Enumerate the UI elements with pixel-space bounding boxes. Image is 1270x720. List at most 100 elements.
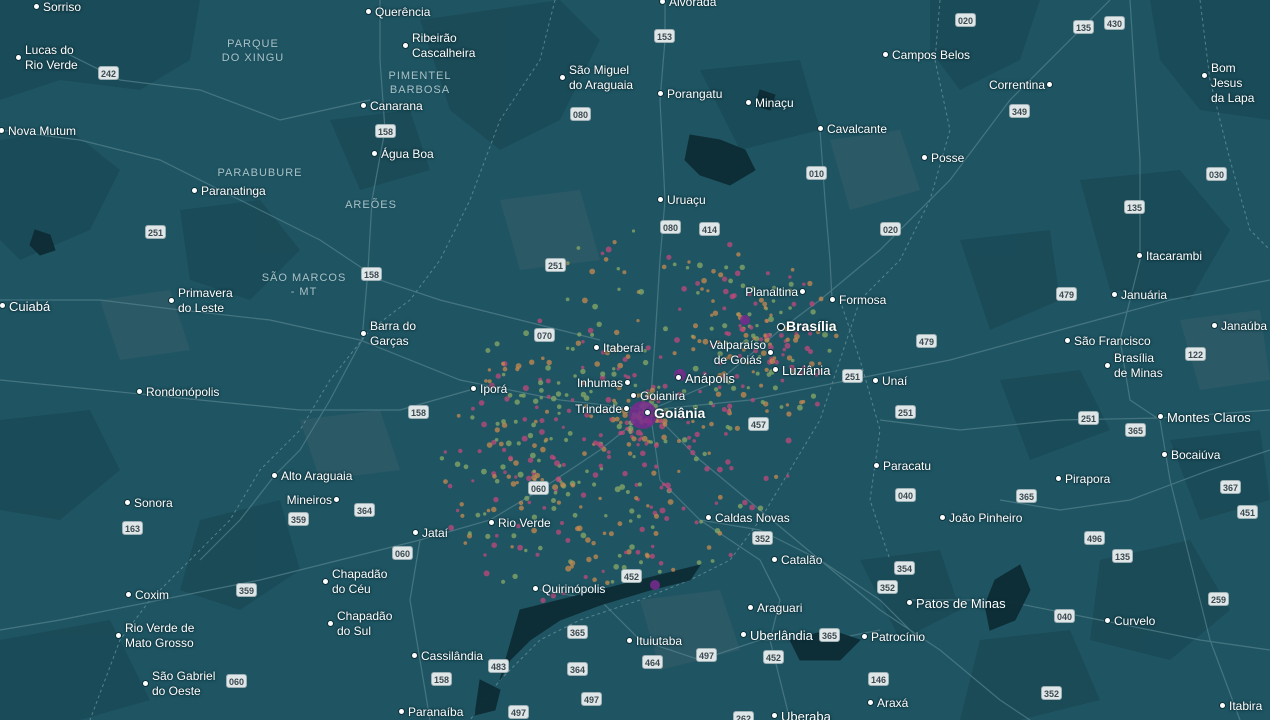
data-dot bbox=[592, 482, 597, 487]
data-dot bbox=[649, 553, 656, 559]
place-label[interactable]: Água Boa bbox=[381, 147, 434, 162]
data-dot bbox=[618, 430, 623, 436]
data-dot bbox=[546, 359, 552, 366]
data-dot bbox=[564, 437, 569, 443]
place-label[interactable]: Luziânia bbox=[782, 363, 830, 378]
place-label[interactable]: Catalão bbox=[781, 553, 822, 568]
data-dot bbox=[463, 464, 469, 470]
place-label[interactable]: Alto Araguaia bbox=[281, 469, 352, 484]
place-label[interactable]: Janaúba bbox=[1221, 319, 1267, 334]
place-label[interactable]: Itaberaí bbox=[603, 341, 644, 356]
place-label[interactable]: Ituiutaba bbox=[636, 634, 682, 649]
place-label[interactable]: Nova Mutum bbox=[8, 124, 76, 139]
place-label[interactable]: Trindade bbox=[575, 402, 622, 417]
place-label[interactable]: Itabira bbox=[1229, 699, 1262, 714]
place-label[interactable]: Uberlândia bbox=[750, 628, 813, 643]
place-label[interactable]: Araguari bbox=[757, 601, 802, 616]
place-label[interactable]: São Gabriel do Oeste bbox=[152, 669, 215, 699]
place-label[interactable]: Itacarambi bbox=[1146, 249, 1202, 264]
map-view[interactable]: PARQUE DO XINGU PIMENTEL BARBOSA PARABUBUR… bbox=[0, 0, 1270, 720]
place-label[interactable]: Cuiabá bbox=[9, 299, 50, 314]
road-shield-icon: 430 bbox=[1104, 16, 1126, 30]
place-label[interactable]: Chapadão do Sul bbox=[337, 609, 392, 639]
place-label[interactable]: Araxá bbox=[877, 696, 908, 711]
place-label[interactable]: Jataí bbox=[422, 526, 448, 541]
data-dot bbox=[512, 573, 518, 580]
data-dot bbox=[671, 567, 676, 572]
place-label[interactable]: Januária bbox=[1121, 288, 1167, 303]
data-dot bbox=[566, 346, 570, 350]
place-label[interactable]: Correntina bbox=[989, 78, 1045, 93]
data-dot bbox=[636, 514, 641, 519]
place-label[interactable]: Uberaba bbox=[781, 709, 831, 720]
data-dot bbox=[664, 516, 670, 521]
place-label[interactable]: Inhumas bbox=[577, 376, 623, 391]
data-dot bbox=[779, 405, 784, 409]
road-shield-icon: 251 bbox=[545, 258, 567, 272]
place-label[interactable]: Coxim bbox=[135, 588, 169, 603]
place-label[interactable]: Paranaíba bbox=[408, 705, 463, 720]
place-label[interactable]: São Miguel do Araguaia bbox=[569, 63, 633, 93]
place-label[interactable]: Rio Verde bbox=[498, 516, 551, 531]
place-label[interactable]: Minaçu bbox=[755, 96, 794, 111]
road-shield-icon: 122 bbox=[1185, 347, 1207, 361]
data-dot bbox=[560, 521, 564, 525]
place-label[interactable]: Patos de Minas bbox=[916, 596, 1006, 611]
place-label[interactable]: Goiânia bbox=[654, 405, 705, 421]
data-dot bbox=[511, 533, 517, 539]
place-label[interactable]: Uruaçu bbox=[667, 193, 706, 208]
data-dot bbox=[628, 430, 632, 434]
place-label[interactable]: Paracatu bbox=[883, 459, 931, 474]
place-label[interactable]: Barra do Garças bbox=[370, 319, 416, 349]
place-label[interactable]: João Pinheiro bbox=[949, 511, 1022, 526]
place-label[interactable]: Brasília bbox=[786, 318, 837, 334]
place-label[interactable]: Rondonópolis bbox=[146, 385, 219, 400]
place-label[interactable]: Campos Belos bbox=[892, 48, 970, 63]
place-label[interactable]: São Francisco bbox=[1074, 334, 1151, 349]
place-label[interactable]: Chapadão do Céu bbox=[332, 567, 387, 597]
road-shield-icon: 354 bbox=[894, 561, 916, 575]
place-label[interactable]: Bom Jesus da Lapa bbox=[1211, 61, 1270, 106]
place-label[interactable]: Curvelo bbox=[1114, 614, 1155, 629]
place-label[interactable]: Cavalcante bbox=[827, 122, 887, 137]
place-dot-icon bbox=[922, 155, 927, 160]
data-dot bbox=[791, 301, 797, 307]
place-label[interactable]: Rio Verde de Mato Grosso bbox=[125, 621, 194, 651]
place-label[interactable]: Goianira bbox=[640, 389, 685, 404]
place-dot-icon bbox=[0, 303, 5, 308]
place-label[interactable]: Querência bbox=[375, 5, 430, 20]
data-dot bbox=[527, 500, 532, 505]
place-label[interactable]: Pirapora bbox=[1065, 472, 1110, 487]
place-label[interactable]: Ribeirão Cascalheira bbox=[412, 31, 475, 61]
data-dot bbox=[485, 348, 491, 353]
place-label[interactable]: Brasília de Minas bbox=[1114, 351, 1163, 381]
place-label[interactable]: Montes Claros bbox=[1167, 410, 1251, 425]
place-label[interactable]: Sorriso bbox=[43, 0, 81, 15]
data-dot bbox=[649, 440, 653, 444]
place-label[interactable]: Planaltina bbox=[745, 285, 798, 300]
place-label[interactable]: Iporá bbox=[480, 382, 507, 397]
data-dot bbox=[764, 318, 769, 323]
place-label[interactable]: Primavera do Leste bbox=[178, 286, 233, 316]
place-label[interactable]: Bocaiúva bbox=[1171, 448, 1220, 463]
place-label[interactable]: Patrocínio bbox=[871, 630, 925, 645]
place-label[interactable]: Alvorada bbox=[669, 0, 716, 10]
place-label[interactable]: Quirinópolis bbox=[542, 582, 605, 597]
place-label[interactable]: Posse bbox=[931, 151, 964, 166]
place-label[interactable]: Canarana bbox=[370, 99, 423, 114]
place-label[interactable]: Lucas do Rio Verde bbox=[25, 43, 78, 73]
place-label[interactable]: Cassilândia bbox=[421, 649, 483, 664]
place-label[interactable]: Paranatinga bbox=[201, 184, 266, 199]
place-label[interactable]: Caldas Novas bbox=[715, 511, 790, 526]
place-label[interactable]: Anápolis bbox=[685, 371, 735, 386]
place-label[interactable]: Mineiros bbox=[287, 493, 332, 508]
data-dot bbox=[616, 367, 620, 371]
place-label[interactable]: Unaí bbox=[882, 374, 907, 389]
place-label[interactable]: Porangatu bbox=[667, 87, 722, 102]
data-dot bbox=[560, 482, 566, 488]
place-label[interactable]: Sonora bbox=[134, 496, 173, 511]
data-dot bbox=[514, 475, 518, 479]
place-label[interactable]: Formosa bbox=[839, 293, 886, 308]
place-label[interactable]: Valparaíso de Goiás bbox=[710, 338, 766, 368]
road-shield-icon: 153 bbox=[654, 29, 676, 43]
